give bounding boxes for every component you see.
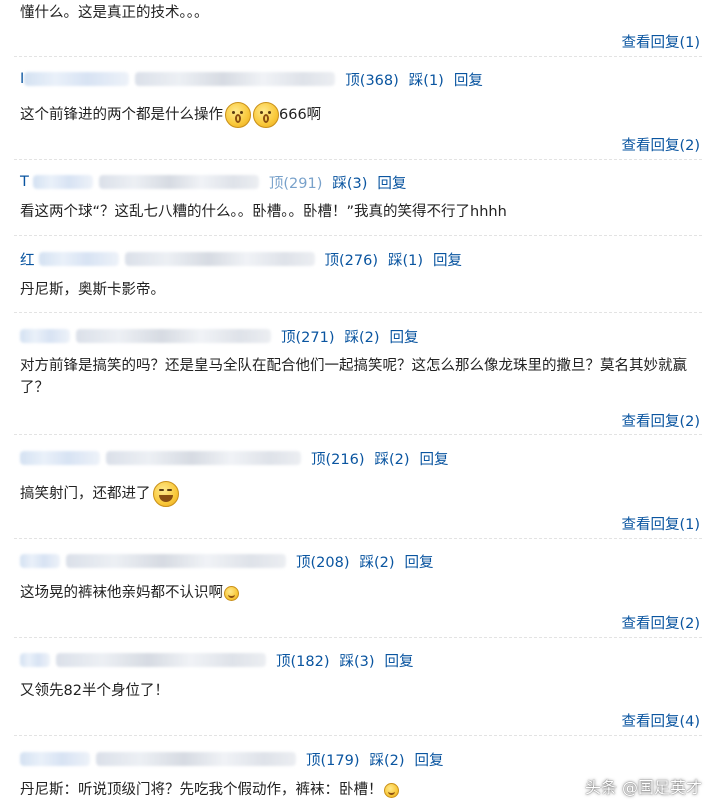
watermark: 头条 @国足英才	[584, 778, 702, 797]
timestamp-blurred	[135, 72, 336, 86]
comment-text: 丹尼斯：听说顶级门将？先吃我个假动作，裤袜：卧槽！	[20, 782, 383, 798]
reply-button[interactable]: 回复	[420, 448, 449, 469]
timestamp-blurred	[56, 653, 266, 667]
comment-text: 这场晃的裤袜他亲妈都不认识啊	[20, 585, 223, 601]
grin-face-icon	[224, 585, 239, 601]
comment-text-row: 搞笑射门，还都进了	[20, 481, 179, 507]
comment-meta: 顶(271) 踩(2) 回复	[20, 326, 419, 346]
downvote-button[interactable]: 踩(1)	[409, 69, 444, 90]
view-replies-link[interactable]: 查看回复(2)	[621, 410, 700, 431]
reply-button[interactable]: 回复	[433, 249, 462, 270]
comment-text: 这个前锋进的两个都是什么操作	[20, 107, 223, 123]
comment-text-row: 这个前锋进的两个都是什么操作 666啊	[20, 102, 321, 128]
timestamp-blurred	[96, 752, 296, 766]
separator	[14, 637, 702, 638]
upvote-button[interactable]: 顶(208)	[296, 551, 350, 572]
comment-meta: 顶(208) 踩(2) 回复	[20, 551, 434, 571]
comment-meta: I 顶(368) 踩(1) 回复	[20, 69, 483, 89]
downvote-button[interactable]: 踩(2)	[370, 749, 405, 770]
view-replies-link[interactable]: 查看回复(1)	[621, 31, 700, 52]
username-blurred	[20, 329, 70, 343]
username-blurred	[32, 175, 93, 189]
downvote-button[interactable]: 踩(3)	[332, 172, 367, 193]
timestamp-blurred	[66, 554, 286, 568]
upvote-button[interactable]: 顶(276)	[325, 249, 379, 270]
upvote-button[interactable]: 顶(216)	[311, 448, 365, 469]
view-replies-link[interactable]: 查看回复(2)	[621, 134, 700, 155]
timestamp-blurred	[106, 451, 301, 465]
downvote-button[interactable]: 踩(2)	[360, 551, 395, 572]
downvote-button[interactable]: 踩(3)	[340, 650, 375, 671]
downvote-button[interactable]: 踩(2)	[375, 448, 410, 469]
upvote-button[interactable]: 顶(291)	[269, 172, 323, 193]
reply-button[interactable]: 回复	[385, 650, 414, 671]
comment-meta: 顶(179) 踩(2) 回复	[20, 749, 444, 769]
wow-face-icon	[253, 102, 279, 128]
grin-face-icon	[383, 782, 399, 798]
view-replies-link[interactable]: 查看回复(2)	[621, 612, 700, 633]
downvote-button[interactable]: 踩(2)	[345, 326, 380, 347]
reply-button[interactable]: 回复	[390, 326, 419, 347]
downvote-button[interactable]: 踩(1)	[388, 249, 423, 270]
separator	[14, 434, 702, 435]
upvote-button[interactable]: 顶(271)	[281, 326, 335, 347]
timestamp-blurred	[98, 175, 259, 189]
username-blurred	[20, 554, 60, 568]
reply-button[interactable]: 回复	[377, 172, 406, 193]
separator	[14, 159, 702, 160]
comment-meta: 顶(216) 踩(2) 回复	[20, 448, 449, 468]
comment-text: 搞笑射门，还都进了	[20, 486, 151, 502]
comment-meta: T 顶(291) 踩(3) 回复	[20, 172, 406, 192]
upvote-button[interactable]: 顶(368)	[345, 69, 399, 90]
separator	[14, 235, 702, 236]
username-blurred	[24, 72, 130, 86]
separator	[14, 538, 702, 539]
comment-text: 懂什么。这是真正的技术。。。	[20, 5, 209, 21]
username-blurred	[20, 451, 100, 465]
upvote-button[interactable]: 顶(182)	[276, 650, 330, 671]
username[interactable]: 红	[20, 249, 35, 270]
username-blurred	[20, 653, 50, 667]
comment-text-row: 这场晃的裤袜他亲妈都不认识啊	[20, 582, 239, 604]
reply-button[interactable]: 回复	[454, 69, 483, 90]
upvote-button[interactable]: 顶(179)	[306, 749, 360, 770]
view-replies-link[interactable]: 查看回复(4)	[621, 710, 700, 731]
laughing-face-icon	[152, 481, 179, 507]
username-blurred	[38, 252, 119, 266]
comment-meta: 顶(182) 踩(3) 回复	[20, 650, 414, 670]
comment-meta: 红 顶(276) 踩(1) 回复	[20, 249, 462, 269]
wow-face-icon	[225, 102, 251, 128]
reply-button[interactable]: 回复	[415, 749, 444, 770]
reply-button[interactable]: 回复	[405, 551, 434, 572]
comment-text: 丹尼斯，奥斯卡影帝。	[20, 282, 165, 298]
username[interactable]: T	[20, 174, 29, 190]
comment-text-suffix: 666啊	[279, 107, 322, 123]
separator	[14, 56, 702, 57]
separator	[14, 735, 702, 736]
timestamp-blurred	[76, 329, 271, 343]
separator	[14, 312, 702, 313]
comment-text: 又领先82半个身位了！	[20, 683, 169, 699]
view-replies-link[interactable]: 查看回复(1)	[621, 513, 700, 534]
comment-text-row: 丹尼斯：听说顶级门将？先吃我个假动作，裤袜：卧槽！	[20, 779, 399, 801]
comment-text: 看这两个球“？这乱七八糟的什么。。卧槽。。卧槽！”我真的笑得不行了hhhh	[20, 204, 507, 220]
username-blurred	[20, 752, 90, 766]
timestamp-blurred	[124, 252, 315, 266]
comment-text: 对方前锋是搞笑的吗？还是皇马全队在配合他们一起搞笑呢？这怎么那么像龙珠里的撒旦？…	[20, 358, 687, 396]
